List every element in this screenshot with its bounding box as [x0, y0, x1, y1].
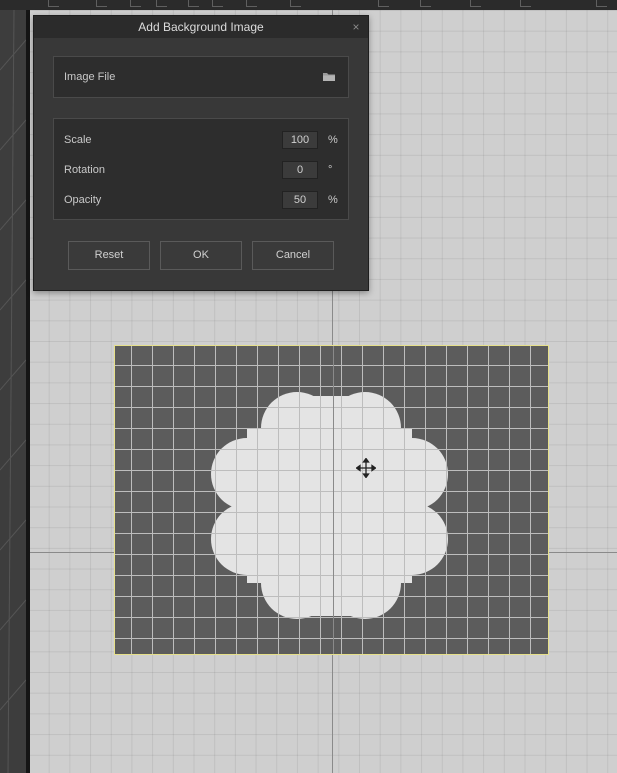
close-icon[interactable]: × [350, 16, 362, 38]
image-file-group: Image File [53, 56, 349, 98]
image-file-label: Image File [64, 71, 116, 83]
dialog-title: Add Background Image [34, 16, 368, 38]
toolbar-icon[interactable] [156, 0, 167, 7]
background-image-frame[interactable] [114, 345, 549, 655]
cancel-button[interactable]: Cancel [252, 241, 334, 270]
toolbar-icon[interactable] [420, 0, 431, 7]
reset-button[interactable]: Reset [68, 241, 150, 270]
opacity-unit: % [328, 194, 338, 206]
ok-button[interactable]: OK [160, 241, 242, 270]
toolbar-icon[interactable] [290, 0, 301, 7]
toolbar-icon[interactable] [596, 0, 607, 7]
folder-icon[interactable] [322, 70, 336, 84]
background-image-preview [115, 346, 548, 654]
opacity-label: Opacity [64, 194, 102, 206]
scale-label: Scale [64, 134, 92, 146]
toolbar-icon[interactable] [378, 0, 389, 7]
scale-unit: % [328, 134, 338, 146]
rotation-input[interactable]: 0 [282, 161, 318, 179]
scale-input[interactable]: 100 [282, 131, 318, 149]
toolbar-icon[interactable] [188, 0, 199, 7]
toolbar-icon[interactable] [48, 0, 59, 7]
toolbar-icon[interactable] [470, 0, 481, 7]
toolbar-icon[interactable] [520, 0, 531, 7]
transform-parameters-group: Scale 100 % Rotation 0 ° Opacity 50 % [53, 118, 349, 220]
move-cursor-icon [356, 458, 376, 478]
add-background-image-dialog: Add Background Image × Image File Scale … [33, 15, 369, 291]
toolbar-icon[interactable] [212, 0, 223, 7]
rotation-label: Rotation [64, 164, 105, 176]
toolbar-icon[interactable] [246, 0, 257, 7]
rotation-unit: ° [328, 164, 333, 176]
opacity-input[interactable]: 50 [282, 191, 318, 209]
toolbar-icon[interactable] [130, 0, 141, 7]
flower-shape [211, 392, 448, 619]
toolbar-icon[interactable] [96, 0, 107, 7]
left-viewport-strip [0, 10, 26, 773]
perspective-grid-lines [0, 10, 26, 773]
